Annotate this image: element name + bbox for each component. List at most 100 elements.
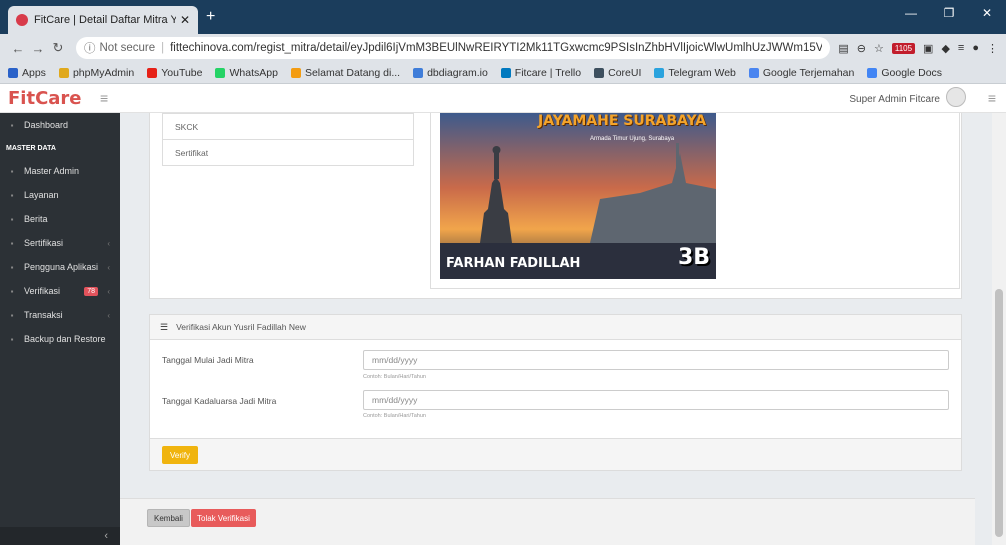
new-tab-icon[interactable]: + bbox=[206, 8, 215, 26]
page-scrollbar[interactable] bbox=[992, 113, 1006, 545]
forward-arrow-icon[interactable]: → bbox=[28, 41, 48, 56]
bookmark-icon bbox=[215, 67, 226, 78]
bookmark-icon bbox=[500, 67, 511, 78]
app-header: FitCare ≡ Super Admin Fitcare ≡ bbox=[0, 84, 1006, 113]
extension-icons: ▤ ⊖ ☆ 1105 ▣ ◆ ≡ ● ⋮ bbox=[838, 42, 998, 55]
verification-title: Verifikasi Akun Yusril Fadillah New bbox=[176, 322, 306, 332]
restore-icon[interactable]: ❐ bbox=[930, 6, 968, 20]
verify-button[interactable]: Verify bbox=[162, 446, 199, 464]
sidebar-item-label: Verifikasi bbox=[24, 286, 61, 296]
sidebar-item-8[interactable]: ▪ Transaksi ‹ bbox=[0, 303, 120, 327]
document-item[interactable]: Sertifikat bbox=[163, 139, 413, 165]
bookmark-2[interactable]: YouTube bbox=[147, 67, 202, 79]
info-icon[interactable]: ⓘ bbox=[84, 40, 96, 56]
more-vert-icon[interactable]: ⋮ bbox=[987, 42, 998, 55]
tab-close-icon[interactable]: ✕ bbox=[180, 13, 190, 27]
document-item[interactable]: SKCK bbox=[163, 113, 413, 139]
bookmark-label: CoreUI bbox=[608, 66, 642, 79]
close-window-icon[interactable]: ✕ bbox=[968, 6, 1006, 20]
expiry-date-input[interactable]: mm/dd/yyyy bbox=[363, 390, 949, 410]
back-button[interactable]: Kembali bbox=[147, 509, 190, 527]
extension-badge[interactable]: 1105 bbox=[891, 42, 916, 54]
sidebar-item-7[interactable]: ▪ Verifikasi 78 ‹ bbox=[0, 279, 120, 303]
sidebar-item-label: Berita bbox=[24, 214, 48, 224]
bookmark-icon bbox=[594, 67, 605, 78]
sidebar-item-9[interactable]: ▪ Backup dan Restore bbox=[0, 327, 120, 351]
sidebar-item-label: Backup dan Restore bbox=[24, 334, 106, 344]
bookmark-1[interactable]: phpMyAdmin bbox=[58, 66, 135, 79]
zoom-icon[interactable]: ⊖ bbox=[857, 42, 866, 55]
window-controls: — ❐ ✕ bbox=[892, 6, 1006, 20]
browser-tab[interactable]: FitCare | Detail Daftar Mitra Yusri ✕ bbox=[8, 6, 198, 34]
bookmark-5[interactable]: dbdiagram.io bbox=[413, 67, 488, 79]
start-date-help: Contoh: Bulan/Hari/Tahun bbox=[363, 374, 426, 380]
list-icon: ☰ bbox=[160, 321, 169, 332]
expiry-date-label: Tanggal Kadaluarsa Jadi Mitra bbox=[162, 396, 277, 406]
chevron-left-icon: ‹ bbox=[107, 310, 110, 320]
sidebar-item-6[interactable]: ▪ Pengguna Aplikasi ‹ bbox=[0, 255, 120, 279]
reject-verification-button[interactable]: Tolak Verifikasi bbox=[191, 509, 256, 527]
bookmark-label: dbdiagram.io bbox=[427, 66, 488, 79]
action-bar: Kembali Tolak Verifikasi bbox=[120, 498, 975, 545]
scrollbar-thumb[interactable] bbox=[995, 289, 1003, 537]
document-image-box: JAYAMAHE SURABAYA Armada Timur Ujung, Su… bbox=[430, 113, 960, 289]
url-divider: | bbox=[161, 42, 165, 54]
sidebar-collapse-icon[interactable]: ‹ bbox=[0, 527, 120, 545]
verification-header: ☰ Verifikasi Akun Yusril Fadillah New bbox=[150, 315, 961, 340]
bookmark-label: phpMyAdmin bbox=[72, 66, 135, 79]
minimize-icon[interactable]: — bbox=[892, 6, 930, 20]
layanan-icon: ▪ bbox=[10, 190, 14, 200]
address-bar-row: ← → ↻ ⓘ Not secure | fittechinova.com/re… bbox=[0, 34, 1006, 62]
transaction-icon: ▪ bbox=[10, 310, 14, 320]
sidebar-item-3[interactable]: ▪ Layanan bbox=[0, 183, 120, 207]
menu-list-icon[interactable]: ≡ bbox=[958, 42, 964, 54]
bookmark-3[interactable]: WhatsApp bbox=[215, 66, 278, 79]
extension-icon[interactable]: ▣ bbox=[923, 42, 933, 55]
bookmark-label: WhatsApp bbox=[229, 66, 278, 79]
bookmark-4[interactable]: Selamat Datang di... bbox=[290, 67, 400, 79]
bookmark-label: Telegram Web bbox=[668, 66, 736, 79]
profile-icon[interactable]: ● bbox=[972, 42, 979, 54]
start-date-input[interactable]: mm/dd/yyyy bbox=[363, 350, 949, 370]
pdf-icon[interactable]: ◆ bbox=[941, 42, 949, 55]
sidebar-item-label: Sertifikasi bbox=[24, 238, 64, 248]
chevron-left-icon: ‹ bbox=[107, 286, 110, 296]
bookmark-9[interactable]: Google Terjemahan bbox=[748, 67, 854, 79]
photo-name-text: FARHAN FADILLAH bbox=[446, 256, 581, 271]
sidebar-item-label: Pengguna Aplikasi bbox=[24, 262, 99, 272]
chevron-left-icon: ‹ bbox=[107, 262, 110, 272]
sidebar-item-2[interactable]: ▪ Master Admin bbox=[0, 159, 120, 183]
sidebar-item-4[interactable]: ▪ Berita bbox=[0, 207, 120, 231]
photo-top-text: JAYAMAHE SURABAYA bbox=[538, 113, 707, 129]
bookmark-icon bbox=[413, 67, 424, 78]
back-arrow-icon[interactable]: ← bbox=[8, 41, 28, 56]
sidebar-item-5[interactable]: ▪ Sertifikasi ‹ bbox=[0, 231, 120, 255]
reload-icon[interactable]: ↻ bbox=[48, 40, 68, 56]
expiry-date-help: Contoh: Bulan/Hari/Tahun bbox=[363, 413, 426, 419]
right-menu-icon[interactable]: ≡ bbox=[988, 90, 996, 106]
tab-title: FitCare | Detail Daftar Mitra Yusri bbox=[34, 14, 176, 26]
sidebar-section-header: MASTER DATA bbox=[6, 144, 56, 152]
verification-card: ☰ Verifikasi Akun Yusril Fadillah New Ta… bbox=[149, 314, 962, 471]
star-icon[interactable]: ☆ bbox=[874, 42, 884, 55]
bookmark-6[interactable]: Fitcare | Trello bbox=[500, 67, 581, 79]
bookmark-10[interactable]: Google Docs bbox=[867, 67, 942, 79]
bookmark-0[interactable]: Apps bbox=[8, 67, 46, 79]
avatar bbox=[946, 87, 966, 107]
hamburger-icon[interactable]: ≡ bbox=[100, 90, 108, 106]
sidebar-item-0[interactable]: ▪ Dashboard bbox=[0, 113, 120, 137]
document-photo[interactable]: JAYAMAHE SURABAYA Armada Timur Ujung, Su… bbox=[440, 113, 716, 279]
verification-footer: Verify bbox=[150, 438, 961, 470]
bookmark-icon bbox=[58, 67, 69, 78]
sidebar-badge: 78 bbox=[84, 286, 98, 296]
url-bar[interactable]: ⓘ Not secure | fittechinova.com/regist_m… bbox=[76, 37, 831, 59]
photo-corner-text: 3B bbox=[678, 245, 711, 270]
admin-user[interactable]: Super Admin Fitcare bbox=[849, 87, 966, 107]
user-icon: ▪ bbox=[10, 166, 14, 176]
bookmark-icon bbox=[147, 67, 158, 78]
bookmark-8[interactable]: Telegram Web bbox=[654, 67, 736, 79]
app-logo[interactable]: FitCare bbox=[8, 88, 82, 109]
bookmark-7[interactable]: CoreUI bbox=[594, 67, 641, 79]
translate-icon[interactable]: ▤ bbox=[838, 42, 848, 55]
news-icon: ▪ bbox=[10, 214, 14, 224]
